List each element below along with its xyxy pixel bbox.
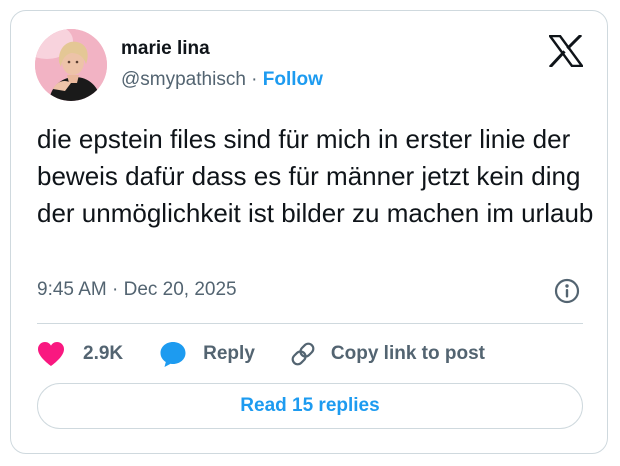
tweet-text: die epstein files sind für mich in erste… bbox=[37, 124, 594, 228]
avatar-photo bbox=[35, 29, 107, 101]
reply-button[interactable]: Reply bbox=[159, 340, 255, 368]
divider bbox=[37, 323, 583, 324]
reply-label: Reply bbox=[203, 343, 255, 364]
action-bar: 2.9K Reply Copy link to post bbox=[37, 337, 485, 371]
like-button[interactable]: 2.9K bbox=[37, 341, 123, 367]
tweet-timestamp[interactable]: 9:45 AM · Dec 20, 2025 bbox=[37, 279, 237, 301]
author-handle-row: @smypathisch · Follow bbox=[121, 69, 323, 91]
author-display-name[interactable]: marie lina bbox=[121, 38, 210, 60]
heart-icon bbox=[37, 341, 65, 367]
tweet-embed-card: marie lina @smypathisch · Follow die eps… bbox=[10, 10, 608, 454]
copy-link-label: Copy link to post bbox=[330, 343, 485, 364]
author-handle[interactable]: @smypathisch bbox=[121, 69, 246, 90]
link-icon bbox=[289, 340, 317, 368]
info-icon[interactable] bbox=[554, 278, 580, 304]
copy-link-button[interactable]: Copy link to post bbox=[289, 340, 485, 368]
follow-button[interactable]: Follow bbox=[263, 69, 323, 90]
avatar[interactable] bbox=[35, 29, 107, 101]
read-replies-button[interactable]: Read 15 replies bbox=[37, 383, 583, 429]
separator-dot: · bbox=[251, 69, 258, 90]
x-logo-icon[interactable] bbox=[548, 33, 584, 69]
read-replies-label: Read 15 replies bbox=[240, 395, 380, 416]
like-count: 2.9K bbox=[83, 343, 124, 364]
reply-bubble-icon bbox=[159, 340, 187, 368]
